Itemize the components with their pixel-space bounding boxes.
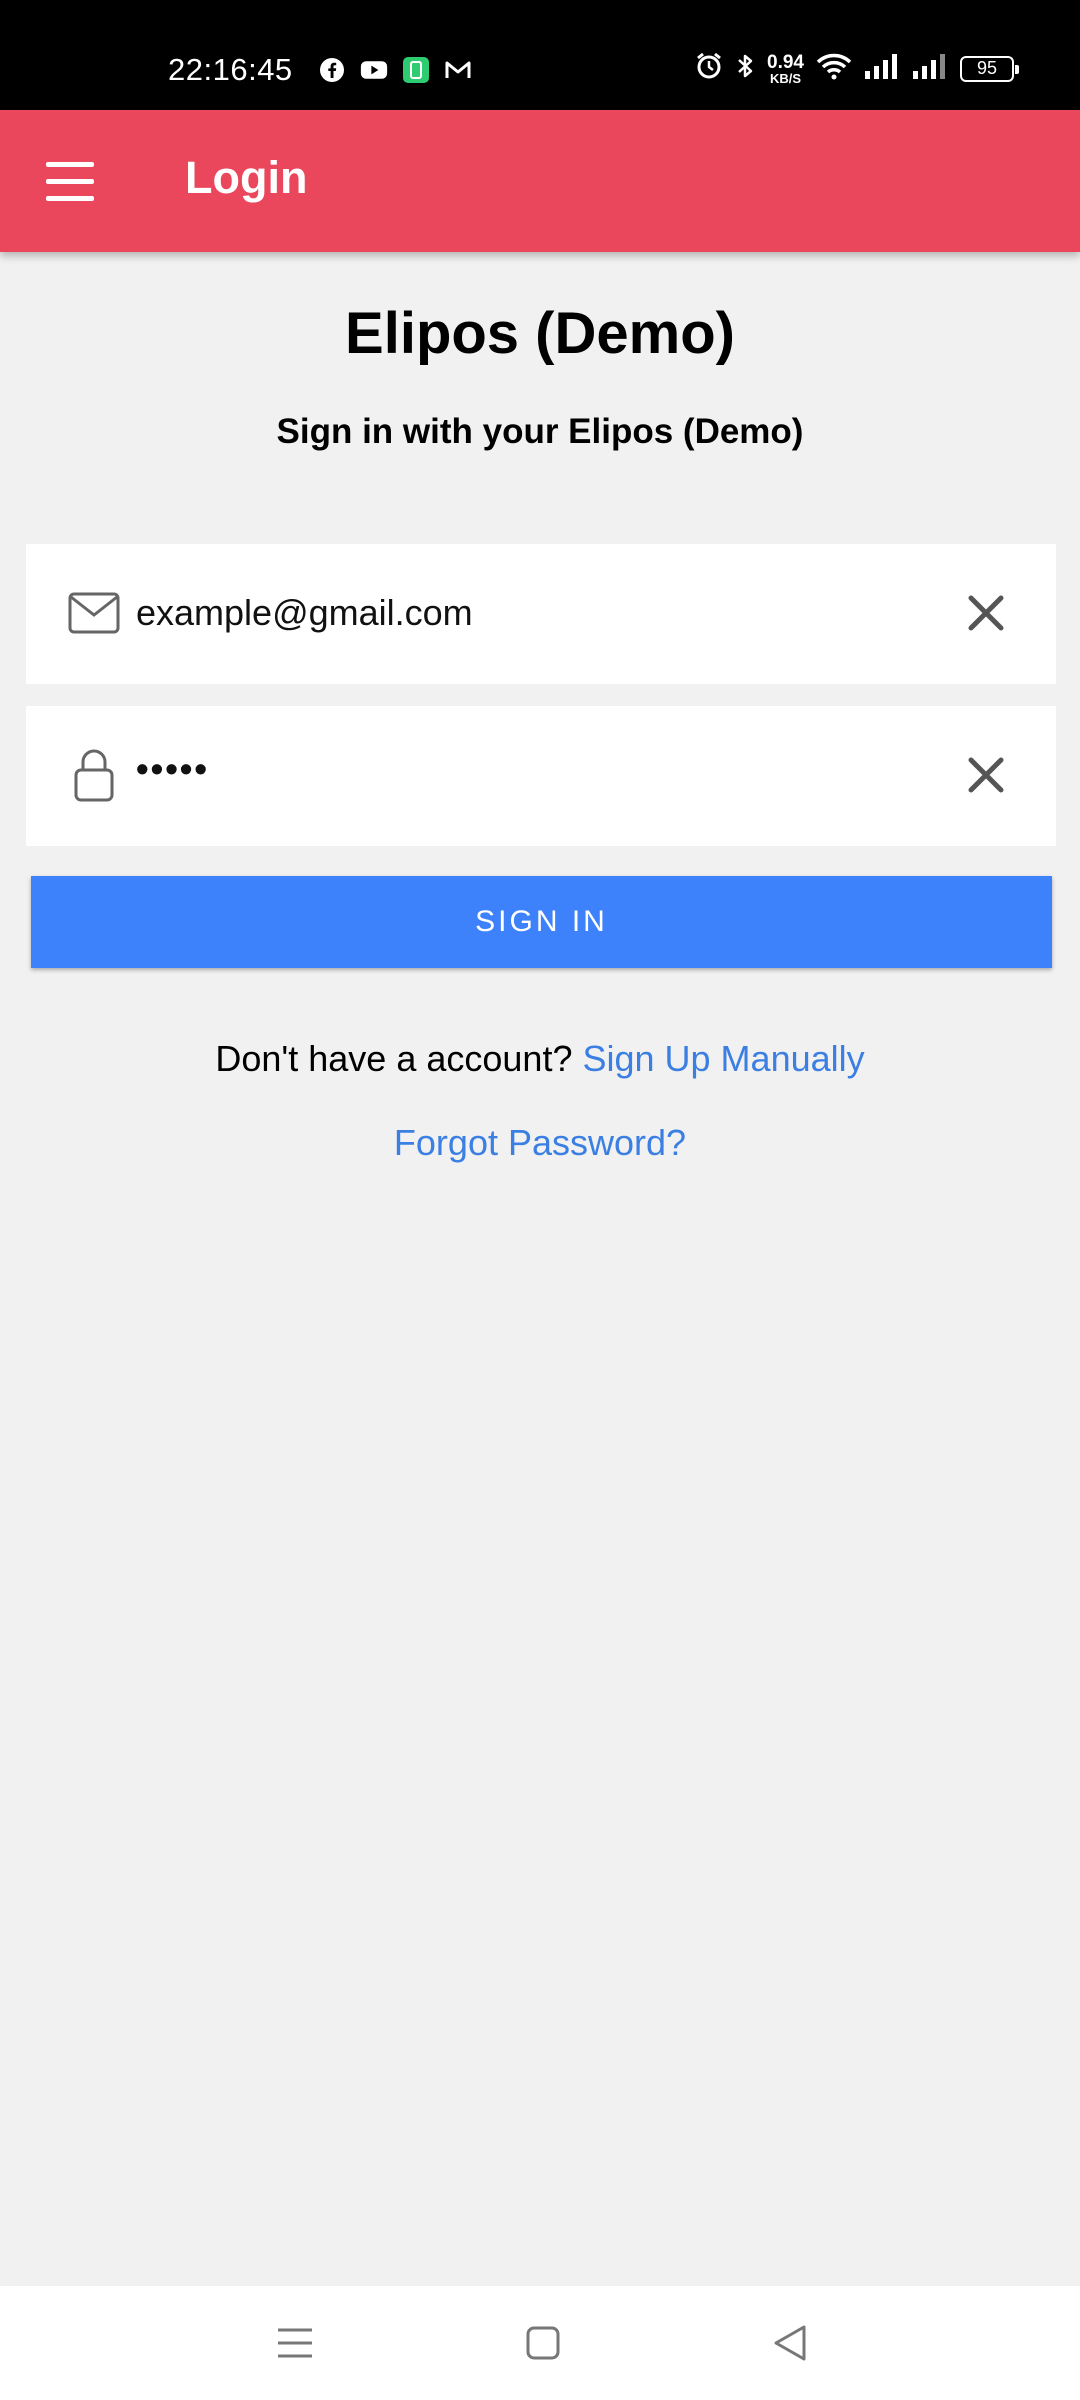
back-icon[interactable] xyxy=(766,2318,816,2368)
home-icon[interactable] xyxy=(518,2318,568,2368)
recent-apps-icon[interactable] xyxy=(270,2318,320,2368)
status-indicators: 0.94 KB/S 95 xyxy=(695,52,1019,85)
app-bar-title: Login xyxy=(185,152,308,203)
email-field[interactable]: example@gmail.com xyxy=(26,544,1056,684)
network-speed-unit: KB/S xyxy=(769,70,802,86)
gmail-icon xyxy=(444,56,472,84)
alarm-icon xyxy=(695,52,723,85)
wifi-icon xyxy=(816,52,852,85)
email-clear-close-icon[interactable] xyxy=(962,589,1010,637)
password-value[interactable]: ••••• xyxy=(136,748,209,790)
status-app-icons xyxy=(318,56,472,84)
system-nav-bar xyxy=(0,2286,1080,2400)
lock-icon xyxy=(68,746,120,809)
bluetooth-icon xyxy=(735,52,755,85)
status-bar: 22:16:45 0.94 KB/S 95 xyxy=(0,0,1080,110)
facebook-icon xyxy=(318,56,346,84)
email-value[interactable]: example@gmail.com xyxy=(136,592,473,634)
youtube-icon xyxy=(360,56,388,84)
forgot-password-link[interactable]: Forgot Password? xyxy=(394,1122,686,1163)
signal-icon-2 xyxy=(912,52,948,85)
mail-icon xyxy=(68,591,120,640)
password-clear-close-icon[interactable] xyxy=(962,751,1010,799)
green-app-icon xyxy=(402,56,430,84)
page-title: Elipos (Demo) xyxy=(345,301,735,366)
password-field[interactable]: ••••• xyxy=(26,706,1056,846)
hamburger-menu-icon[interactable] xyxy=(46,162,94,202)
app-bar: Login xyxy=(0,110,1080,252)
signal-icon xyxy=(864,52,900,85)
battery-icon: 95 xyxy=(960,55,1019,82)
account-prompt-text: Don't have a account? xyxy=(215,1038,573,1079)
account-prompt-line: Don't have a account? Sign Up Manually xyxy=(0,1038,1080,1080)
forgot-password-line: Forgot Password? xyxy=(0,1122,1080,1164)
sign-in-button[interactable]: SIGN IN xyxy=(31,876,1052,968)
network-speed: 0.94 KB/S xyxy=(767,53,804,85)
page-subtitle: Sign in with your Elipos (Demo) xyxy=(276,412,804,451)
status-time: 22:16:45 xyxy=(168,52,293,87)
network-speed-value: 0.94 xyxy=(767,51,804,73)
sign-up-link[interactable]: Sign Up Manually xyxy=(582,1038,864,1079)
